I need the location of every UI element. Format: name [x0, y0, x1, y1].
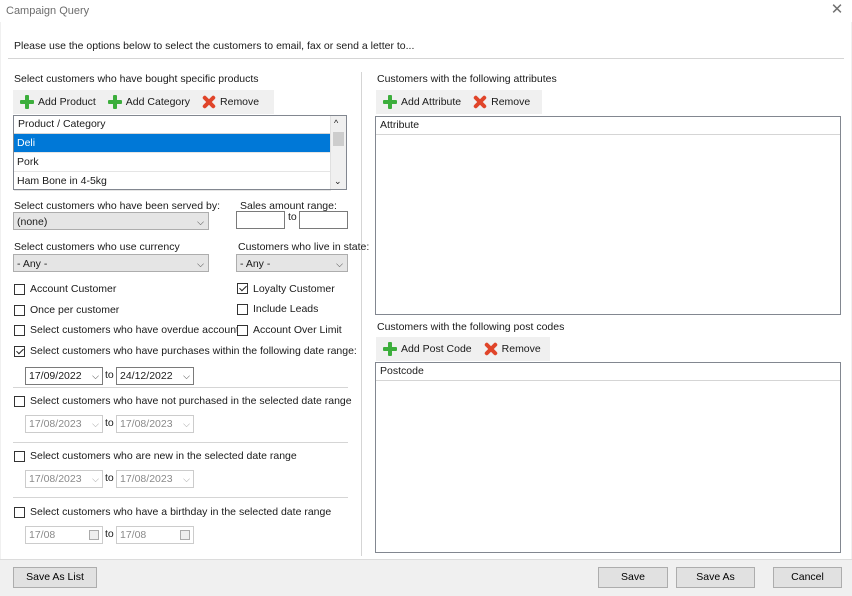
chevron-down-icon: ⌵ [92, 474, 99, 484]
include-leads-label: Include Leads [253, 303, 319, 315]
calendar-icon [89, 530, 99, 540]
products-list[interactable]: Product / Category Deli Pork Ham Bone in… [13, 115, 347, 191]
loyalty-customer-checkbox[interactable] [237, 283, 248, 294]
account-over-limit-checkbox[interactable] [237, 325, 248, 336]
attributes-toolbar: Add Attribute Remove [376, 90, 542, 114]
intro-text: Please use the options below to select t… [14, 40, 415, 52]
list-item[interactable]: Deli [14, 134, 331, 153]
sales-from-input[interactable] [236, 211, 285, 229]
state-select[interactable]: - Any - ⌵ [236, 254, 348, 272]
add-postcode-button[interactable]: Add Post Code [380, 339, 475, 359]
chevron-down-icon: ⌵ [92, 371, 99, 381]
chevron-down-icon: ⌵ [183, 371, 190, 381]
once-per-customer-label: Once per customer [30, 304, 120, 316]
products-toolbar: Add Product Add Category Remove [13, 90, 274, 114]
birthday-to-label: to [105, 528, 114, 540]
birthday-label: Select customers who have a birthday in … [30, 506, 332, 518]
column-header-product-category[interactable]: Product / Category [14, 116, 331, 134]
remove-icon [484, 342, 498, 356]
column-header-postcode[interactable]: Postcode [376, 363, 840, 381]
remove-attribute-button[interactable]: Remove [470, 92, 533, 112]
birthday-from-date[interactable]: 17/08 [25, 526, 103, 544]
new-customers-to-label: to [105, 472, 114, 484]
window-title: Campaign Query [6, 5, 90, 17]
plus-icon [107, 95, 122, 109]
chevron-down-icon: ⌵ [92, 419, 99, 429]
save-as-list-button[interactable]: Save As List [13, 567, 97, 588]
cancel-button[interactable]: Cancel [773, 567, 842, 588]
currency-select[interactable]: - Any - ⌵ [13, 254, 209, 272]
postcodes-toolbar: Add Post Code Remove [376, 337, 550, 361]
currency-label: Select customers who use currency [14, 241, 180, 253]
not-purchased-from-date[interactable]: 17/08/2023 ⌵ [25, 415, 103, 433]
new-customers-from-date[interactable]: 17/08/2023 ⌵ [25, 470, 103, 488]
calendar-icon [180, 530, 190, 540]
chevron-down-icon: ⌵ [183, 474, 190, 484]
not-purchased-to-date[interactable]: 17/08/2023 ⌵ [116, 415, 194, 433]
not-purchased-checkbox[interactable] [14, 396, 25, 407]
remove-icon [202, 95, 216, 109]
add-product-button[interactable]: Add Product [17, 92, 99, 112]
chevron-down-icon: ⌵ [197, 217, 204, 227]
remove-postcode-button[interactable]: Remove [481, 339, 544, 359]
sales-to-label: to [288, 211, 297, 223]
once-per-customer-checkbox[interactable] [14, 305, 25, 316]
close-icon[interactable]: ✕ [829, 2, 845, 18]
chevron-down-icon[interactable]: ⌄ [334, 176, 342, 187]
include-leads-checkbox[interactable] [237, 304, 248, 315]
new-customers-label: Select customers who are new in the sele… [30, 450, 297, 462]
add-category-button[interactable]: Add Category [105, 92, 193, 112]
chevron-down-icon: ⌵ [336, 259, 343, 269]
new-customers-to-date[interactable]: 17/08/2023 ⌵ [116, 470, 194, 488]
save-button[interactable]: Save [598, 567, 668, 588]
column-divider [361, 72, 362, 556]
attributes-list[interactable]: Attribute [375, 116, 841, 315]
add-attribute-button[interactable]: Add Attribute [380, 92, 464, 112]
list-item[interactable]: Ham Bone in 4-5kg [14, 172, 331, 191]
account-customer-label: Account Customer [30, 283, 117, 295]
postcodes-heading: Customers with the following post codes [377, 321, 565, 333]
save-as-button[interactable]: Save As [676, 567, 755, 588]
served-by-select[interactable]: (none) ⌵ [13, 212, 209, 230]
column-header-attribute[interactable]: Attribute [376, 117, 840, 135]
purchased-range-checkbox[interactable] [14, 346, 25, 357]
overdue-accounts-checkbox[interactable] [14, 325, 25, 336]
chevron-down-icon: ⌵ [183, 419, 190, 429]
sales-to-input[interactable] [299, 211, 348, 229]
chevron-down-icon: ⌵ [197, 259, 204, 269]
plus-icon [383, 342, 397, 356]
birthday-checkbox[interactable] [14, 507, 25, 518]
loyalty-customer-label: Loyalty Customer [253, 283, 335, 295]
overdue-accounts-label: Select customers who have overdue accoun… [30, 324, 245, 336]
not-purchased-label: Select customers who have not purchased … [30, 395, 352, 407]
scrollbar-thumb[interactable] [333, 132, 344, 146]
attributes-heading: Customers with the following attributes [377, 73, 557, 85]
products-heading: Select customers who have bought specifi… [14, 73, 259, 85]
plus-icon [20, 95, 34, 109]
plus-icon [383, 95, 397, 109]
list-item[interactable]: Pork [14, 153, 331, 172]
title-bar [0, 0, 852, 22]
served-by-label: Select customers who have been served by… [14, 200, 221, 212]
account-customer-checkbox[interactable] [14, 284, 25, 295]
not-purchased-to-label: to [105, 417, 114, 429]
purchased-range-label: Select customers who have purchases with… [30, 345, 357, 357]
products-scrollbar[interactable]: ^ ⌄ [330, 116, 346, 189]
purchased-to-date[interactable]: 24/12/2022 ⌵ [116, 367, 194, 385]
section-divider [13, 442, 348, 443]
birthday-to-date[interactable]: 17/08 [116, 526, 194, 544]
remove-product-button[interactable]: Remove [199, 92, 262, 112]
purchased-to-label: to [105, 369, 114, 381]
postcodes-list[interactable]: Postcode [375, 362, 841, 553]
chevron-up-icon[interactable]: ^ [334, 118, 338, 128]
state-label: Customers who live in state: [238, 241, 370, 253]
purchased-from-date[interactable]: 17/09/2022 ⌵ [25, 367, 103, 385]
section-divider [13, 387, 348, 388]
section-divider [13, 497, 348, 498]
header-divider [8, 58, 844, 59]
account-over-limit-label: Account Over Limit [253, 324, 342, 336]
remove-icon [473, 95, 487, 109]
new-customers-checkbox[interactable] [14, 451, 25, 462]
